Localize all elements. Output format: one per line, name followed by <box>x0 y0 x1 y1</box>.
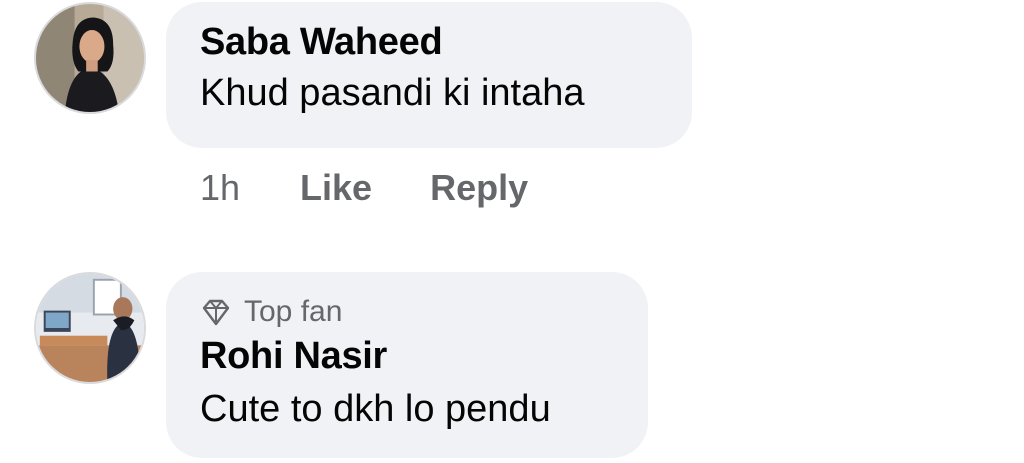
comment-author[interactable]: Rohi Nasir <box>200 334 614 378</box>
comment-bubble: Saba Waheed Khud pasandi ki intaha <box>166 2 692 148</box>
top-fan-badge[interactable]: Top fan <box>200 292 614 332</box>
comment-timestamp[interactable]: 1h <box>200 167 240 209</box>
comment-bubble: Top fan Rohi Nasir Cute to dkh lo pendu <box>166 272 648 458</box>
diamond-icon <box>202 299 230 326</box>
comment-actions: 1h Like Reply <box>200 166 528 210</box>
like-button[interactable]: Like <box>300 167 372 209</box>
avatar[interactable] <box>34 2 146 114</box>
badge-label: Top fan <box>244 295 343 328</box>
reply-button[interactable]: Reply <box>430 167 528 209</box>
avatar-photo <box>36 274 144 382</box>
comment-text: Cute to dkh lo pendu <box>200 388 551 430</box>
avatar-photo <box>36 4 144 112</box>
comment-text: Khud pasandi ki intaha <box>200 72 585 114</box>
comment-author[interactable]: Saba Waheed <box>200 20 658 64</box>
avatar[interactable] <box>34 272 146 384</box>
